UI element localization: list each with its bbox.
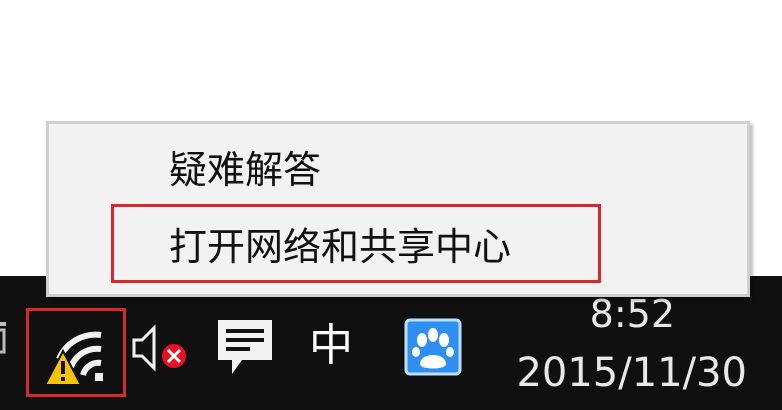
screen: 疑难解答 打开网络和共享中心 中 8:52 2015/11/30 xyxy=(0,0,782,410)
clock-date: 2015/11/30 xyxy=(516,350,747,396)
ime-mode-indicator[interactable]: 中 xyxy=(305,316,357,376)
network-warning-icon xyxy=(45,331,103,386)
partial-tray-icon xyxy=(0,322,6,354)
volume-muted-icon[interactable] xyxy=(130,324,188,372)
menu-item-troubleshoot[interactable]: 疑难解答 xyxy=(169,148,321,192)
baidu-paw-icon[interactable] xyxy=(404,318,462,376)
network-context-menu: 疑难解答 打开网络和共享中心 xyxy=(46,121,750,297)
menu-item-open-network-sharing-center[interactable]: 打开网络和共享中心 xyxy=(169,225,511,269)
network-tray-button[interactable] xyxy=(26,308,126,397)
taskbar-clock[interactable]: 8:52 2015/11/30 xyxy=(505,292,755,402)
action-center-icon[interactable] xyxy=(214,316,276,378)
clock-time: 8:52 xyxy=(589,292,675,336)
